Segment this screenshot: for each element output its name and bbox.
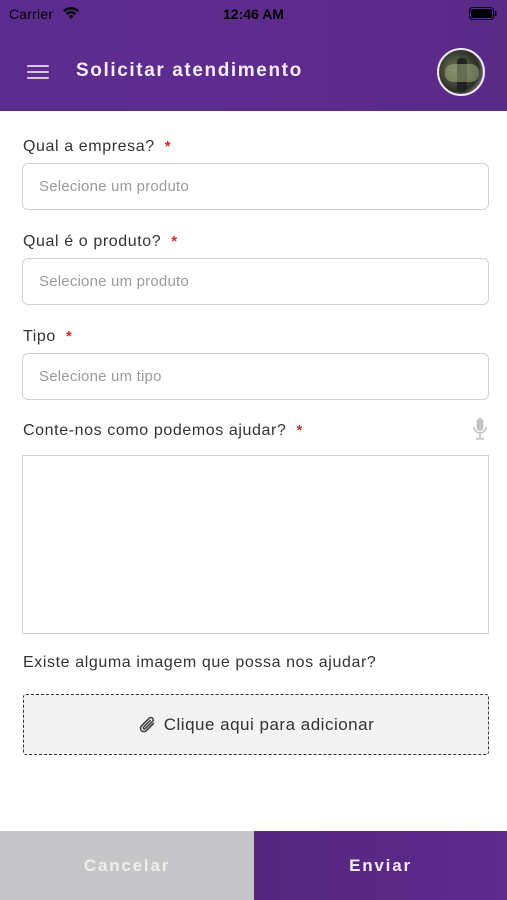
product-label-text: Qual é o produto? bbox=[23, 233, 162, 250]
product-select-placeholder: Selecione um produto bbox=[39, 273, 189, 290]
type-select[interactable]: Selecione um tipo bbox=[22, 353, 489, 400]
description-label: Conte-nos como podemos ajudar? * bbox=[23, 422, 303, 440]
cancel-button[interactable]: Cancelar bbox=[0, 831, 254, 900]
status-time: 12:46 AM bbox=[223, 6, 284, 22]
add-image-label: Clique aqui para adicionar bbox=[163, 714, 375, 734]
company-select-placeholder: Selecione um produto bbox=[39, 178, 189, 195]
user-avatar[interactable] bbox=[437, 48, 485, 96]
type-select-placeholder: Selecione um tipo bbox=[39, 368, 162, 385]
send-button[interactable]: Enviar bbox=[254, 831, 507, 900]
required-mark: * bbox=[296, 422, 303, 439]
send-button-label: Enviar bbox=[349, 855, 412, 875]
add-image-button[interactable]: Clique aqui para adicionar bbox=[23, 694, 489, 755]
company-label-text: Qual a empresa? bbox=[23, 138, 155, 155]
hamburger-menu-icon[interactable] bbox=[27, 63, 49, 81]
required-mark: * bbox=[164, 138, 172, 155]
image-label: Existe alguma imagem que possa nos ajuda… bbox=[23, 654, 377, 671]
page-title: Solicitar atendimento bbox=[76, 60, 303, 81]
product-label: Qual é o produto? * bbox=[23, 233, 178, 251]
company-select[interactable]: Selecione um produto bbox=[22, 163, 489, 210]
type-label-text: Tipo bbox=[23, 328, 56, 345]
required-mark: * bbox=[171, 233, 178, 250]
status-bar: Carrier 12:46 AM bbox=[0, 0, 507, 30]
type-label: Tipo * bbox=[23, 328, 72, 346]
cancel-button-label: Cancelar bbox=[83, 855, 171, 875]
paperclip-icon bbox=[139, 716, 155, 732]
required-mark: * bbox=[65, 328, 73, 345]
request-support-screen: Carrier 12:46 AM Solicitar atendimento Q… bbox=[0, 0, 507, 900]
description-textarea[interactable] bbox=[22, 455, 489, 634]
description-label-text: Conte-nos como podemos ajudar? bbox=[23, 422, 287, 439]
app-header: Carrier 12:46 AM Solicitar atendimento bbox=[0, 0, 507, 111]
product-select[interactable]: Selecione um produto bbox=[22, 258, 489, 305]
battery-icon bbox=[469, 7, 497, 20]
microphone-icon[interactable] bbox=[472, 417, 488, 441]
nav-bar: Solicitar atendimento bbox=[0, 30, 507, 111]
company-label: Qual a empresa? * bbox=[23, 138, 171, 156]
